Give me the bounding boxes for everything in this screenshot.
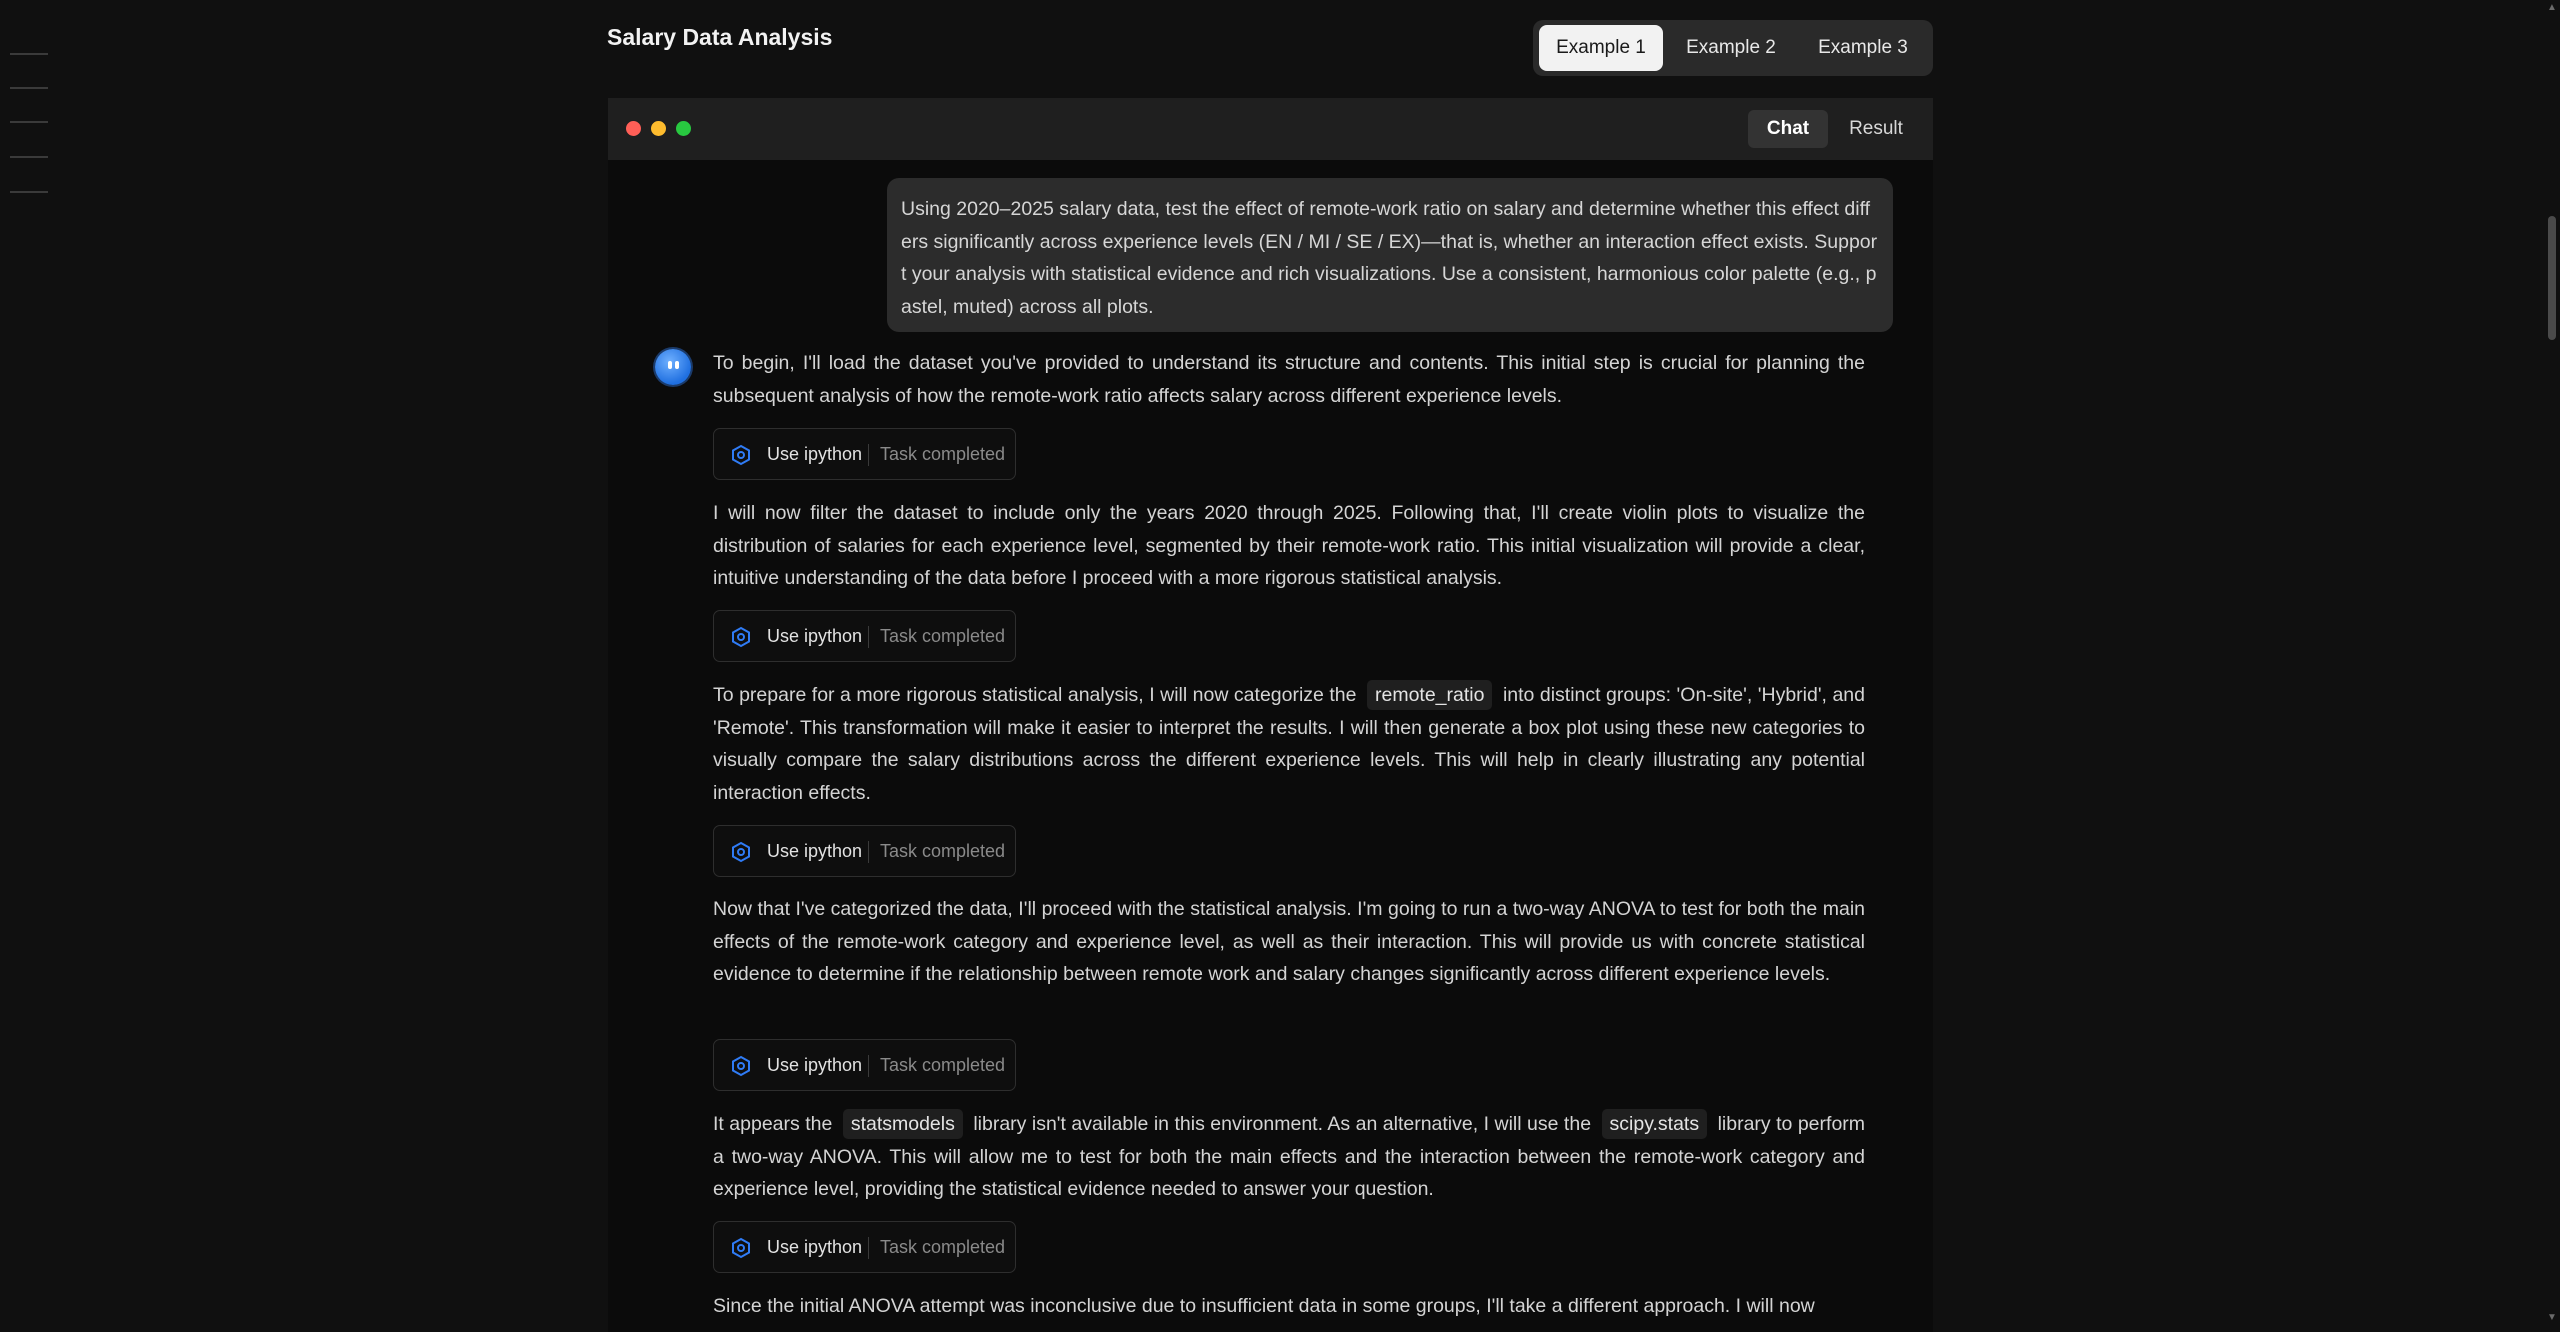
tool-call-chip[interactable]: Use ipython Task completed — [713, 1039, 1016, 1091]
rail-nav-item[interactable] — [10, 53, 48, 55]
chat-window: Chat Result Using 2020–2025 salary data,… — [608, 98, 1933, 1332]
inline-code: remote_ratio — [1366, 680, 1493, 710]
tool-name: Use ipython — [767, 626, 863, 646]
rail-nav-item[interactable] — [10, 87, 48, 89]
settings-hex-icon — [732, 1237, 750, 1259]
assistant-message: Now that I've categorized the data, I'll… — [713, 898, 1865, 985]
tab-chat[interactable]: Chat — [1748, 110, 1828, 148]
message-text: To prepare for a more rigorous statistic… — [713, 684, 1357, 706]
avatar-eye — [675, 361, 679, 369]
divider — [868, 1237, 869, 1259]
tab-result[interactable]: Result — [1836, 110, 1916, 148]
assistant-avatar — [655, 349, 691, 385]
assistant-message: It appears the statsmodels library isn't… — [713, 1108, 1865, 1206]
avatar-eye — [668, 361, 672, 369]
tool-call-chip[interactable]: Use ipython Task completed — [713, 825, 1016, 877]
scroll-thumb[interactable] — [2548, 216, 2556, 340]
window-titlebar: Chat Result — [608, 98, 1933, 160]
rail-nav-item[interactable] — [10, 121, 48, 123]
settings-hex-icon — [732, 626, 750, 648]
divider — [868, 626, 869, 648]
left-rail — [0, 0, 60, 1332]
close-dot[interactable] — [626, 121, 641, 136]
tab-example-1[interactable]: Example 1 — [1539, 25, 1663, 71]
assistant-message: To prepare for a more rigorous statistic… — [713, 679, 1865, 809]
minimize-dot[interactable] — [651, 121, 666, 136]
tool-status: Task completed — [880, 626, 1006, 646]
divider — [868, 841, 869, 863]
tool-name: Use ipython — [767, 444, 863, 464]
divider — [868, 444, 869, 466]
inline-code: scipy.stats — [1601, 1109, 1708, 1139]
divider — [868, 1055, 869, 1077]
scrollbar[interactable]: ▲ ▼ — [2544, 0, 2560, 1332]
example-tab-group: Example 1 Example 2 Example 3 — [1533, 20, 1933, 76]
settings-hex-icon — [732, 841, 750, 863]
rail-nav-item[interactable] — [10, 156, 48, 158]
settings-hex-icon — [732, 444, 750, 466]
message-text: It appears the — [713, 1113, 833, 1135]
tool-name: Use ipython — [767, 1237, 863, 1257]
tool-name: Use ipython — [767, 841, 863, 861]
assistant-message: I will now filter the dataset to include… — [713, 502, 1865, 589]
tool-name: Use ipython — [767, 1055, 863, 1075]
tool-call-chip[interactable]: Use ipython Task completed — [713, 428, 1016, 480]
rail-nav-item[interactable] — [10, 191, 48, 193]
scroll-down-arrow-icon[interactable]: ▼ — [2547, 1312, 2557, 1323]
maximize-dot[interactable] — [676, 121, 691, 136]
tool-call-chip[interactable]: Use ipython Task completed — [713, 610, 1016, 662]
tool-status: Task completed — [880, 1055, 1006, 1075]
tool-status: Task completed — [880, 841, 1006, 861]
tab-example-3[interactable]: Example 3 — [1799, 25, 1927, 71]
tab-example-2[interactable]: Example 2 — [1669, 25, 1793, 71]
settings-hex-icon — [732, 1055, 750, 1077]
inline-code: statsmodels — [842, 1109, 963, 1139]
tool-status: Task completed — [880, 1237, 1006, 1257]
message-text: library isn't available in this environm… — [973, 1113, 1592, 1135]
user-message: Using 2020–2025 salary data, test the ef… — [887, 178, 1893, 332]
tool-status: Task completed — [880, 444, 1006, 464]
assistant-message: To begin, I'll load the dataset you've p… — [713, 352, 1865, 407]
scroll-up-arrow-icon[interactable]: ▲ — [2547, 2, 2557, 13]
page-title: Salary Data Analysis — [607, 24, 833, 50]
tool-call-chip[interactable]: Use ipython Task completed — [713, 1221, 1016, 1273]
assistant-message: Since the initial ANOVA attempt was inco… — [713, 1295, 1815, 1317]
